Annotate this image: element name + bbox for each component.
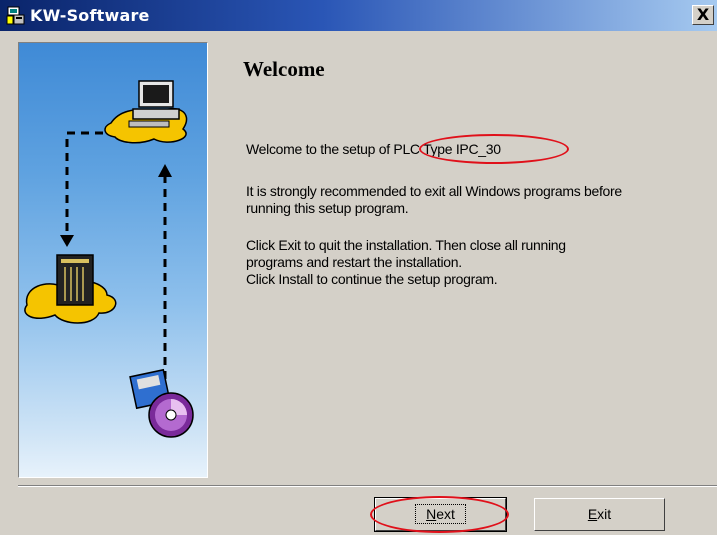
- paragraph-line: Click Install to continue the setup prog…: [246, 271, 498, 287]
- computer-icon: [104, 80, 188, 144]
- exit-button[interactable]: Exit: [534, 498, 665, 531]
- paragraph-line: Click Exit to quit the installation. The…: [246, 237, 566, 253]
- welcome-heading: Welcome: [243, 57, 325, 81]
- installation-media-icon: [129, 368, 194, 438]
- divider-line: [18, 485, 717, 487]
- setup-illustration-panel: [18, 42, 208, 478]
- window-title: KW-Software: [30, 6, 150, 25]
- instructions-paragraph: Click Exit to quit the installation. The…: [246, 237, 566, 288]
- setup-window: KW-Software X Welcome Welcome to the set…: [0, 0, 717, 535]
- next-highlight-ellipse: [370, 496, 509, 533]
- close-icon: X: [696, 5, 710, 24]
- setup-app-icon: [6, 6, 25, 25]
- paragraph-line: programs and restart the installation.: [246, 254, 462, 270]
- exit-mnemonic: E: [587, 506, 598, 522]
- exit-label-rest: xit: [597, 506, 612, 522]
- product-highlight-ellipse: [419, 134, 569, 164]
- welcome-prefix: Welcome to the setup of: [246, 141, 394, 157]
- recommendation-paragraph: It is strongly recommended to exit all W…: [246, 183, 622, 217]
- arrowheads: [60, 164, 172, 247]
- installation-illustration: [24, 80, 194, 438]
- plc-device-icon: [24, 254, 117, 324]
- close-button[interactable]: X: [692, 5, 714, 25]
- paragraph-line: It is strongly recommended to exit all W…: [246, 183, 622, 199]
- title-bar[interactable]: KW-Software X: [0, 0, 717, 31]
- paragraph-line: running this setup program.: [246, 200, 409, 216]
